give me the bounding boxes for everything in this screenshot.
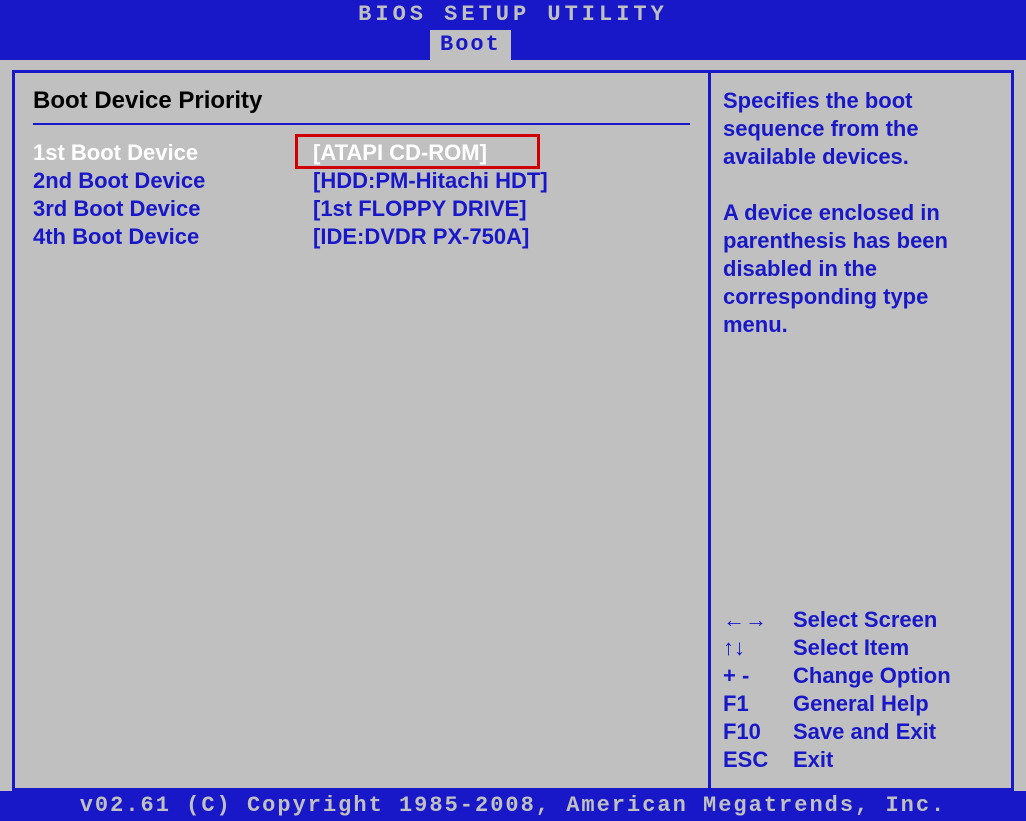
nav-key-leftright: ←→ [723, 606, 793, 634]
section-divider [33, 123, 690, 125]
nav-key-f10: F10 [723, 718, 793, 746]
nav-key-plusminus: + - [723, 662, 793, 690]
footer-text: v02.61 (C) Copyright 1985-2008, American… [80, 793, 947, 818]
nav-key-updown: ↑↓ [723, 634, 793, 662]
nav-action: Exit [793, 746, 999, 774]
tab-boot-label: Boot [440, 32, 501, 57]
boot-device-value: [1st FLOPPY DRIVE] [313, 195, 690, 223]
nav-action: Change Option [793, 662, 999, 690]
bios-title-bar: BIOS SETUP UTILITY [0, 0, 1026, 30]
boot-device-label: 2nd Boot Device [33, 167, 313, 195]
help-paragraph: Specifies the boot sequence from the ava… [723, 87, 999, 171]
nav-action: Select Screen [793, 606, 999, 634]
main-area: Boot Device Priority 1st Boot Device [AT… [0, 60, 1026, 791]
nav-keys: ←→ Select Screen ↑↓ Select Item + - Chan… [723, 606, 999, 774]
nav-action: Save and Exit [793, 718, 999, 746]
bios-title: BIOS SETUP UTILITY [358, 2, 668, 27]
tab-boot[interactable]: Boot [430, 30, 511, 60]
footer-bar: v02.61 (C) Copyright 1985-2008, American… [0, 791, 1026, 821]
panels: Boot Device Priority 1st Boot Device [AT… [12, 70, 1014, 791]
right-panel: Specifies the boot sequence from the ava… [711, 73, 1011, 788]
left-panel: Boot Device Priority 1st Boot Device [AT… [15, 73, 711, 788]
boot-device-value: [ATAPI CD-ROM] [313, 139, 690, 167]
nav-row: ESC Exit [723, 746, 999, 774]
nav-action: General Help [793, 690, 999, 718]
nav-key-esc: ESC [723, 746, 793, 774]
section-title: Boot Device Priority [33, 87, 690, 115]
boot-device-value: [HDD:PM-Hitachi HDT] [313, 167, 690, 195]
boot-device-label: 3rd Boot Device [33, 195, 313, 223]
nav-row: ←→ Select Screen [723, 606, 999, 634]
nav-action: Select Item [793, 634, 999, 662]
boot-device-value: [IDE:DVDR PX-750A] [313, 223, 690, 251]
boot-device-row[interactable]: 2nd Boot Device [HDD:PM-Hitachi HDT] [33, 167, 690, 195]
nav-row: + - Change Option [723, 662, 999, 690]
help-paragraph: A device enclosed in parenthesis has bee… [723, 199, 999, 339]
boot-device-label: 4th Boot Device [33, 223, 313, 251]
menu-tab-bar: Boot [0, 30, 1026, 60]
boot-device-row[interactable]: 4th Boot Device [IDE:DVDR PX-750A] [33, 223, 690, 251]
boot-device-row[interactable]: 1st Boot Device [ATAPI CD-ROM] [33, 139, 690, 167]
boot-device-label: 1st Boot Device [33, 139, 313, 167]
nav-row: F10 Save and Exit [723, 718, 999, 746]
nav-row: ↑↓ Select Item [723, 634, 999, 662]
nav-key-f1: F1 [723, 690, 793, 718]
help-text: Specifies the boot sequence from the ava… [723, 87, 999, 367]
boot-device-row[interactable]: 3rd Boot Device [1st FLOPPY DRIVE] [33, 195, 690, 223]
nav-row: F1 General Help [723, 690, 999, 718]
